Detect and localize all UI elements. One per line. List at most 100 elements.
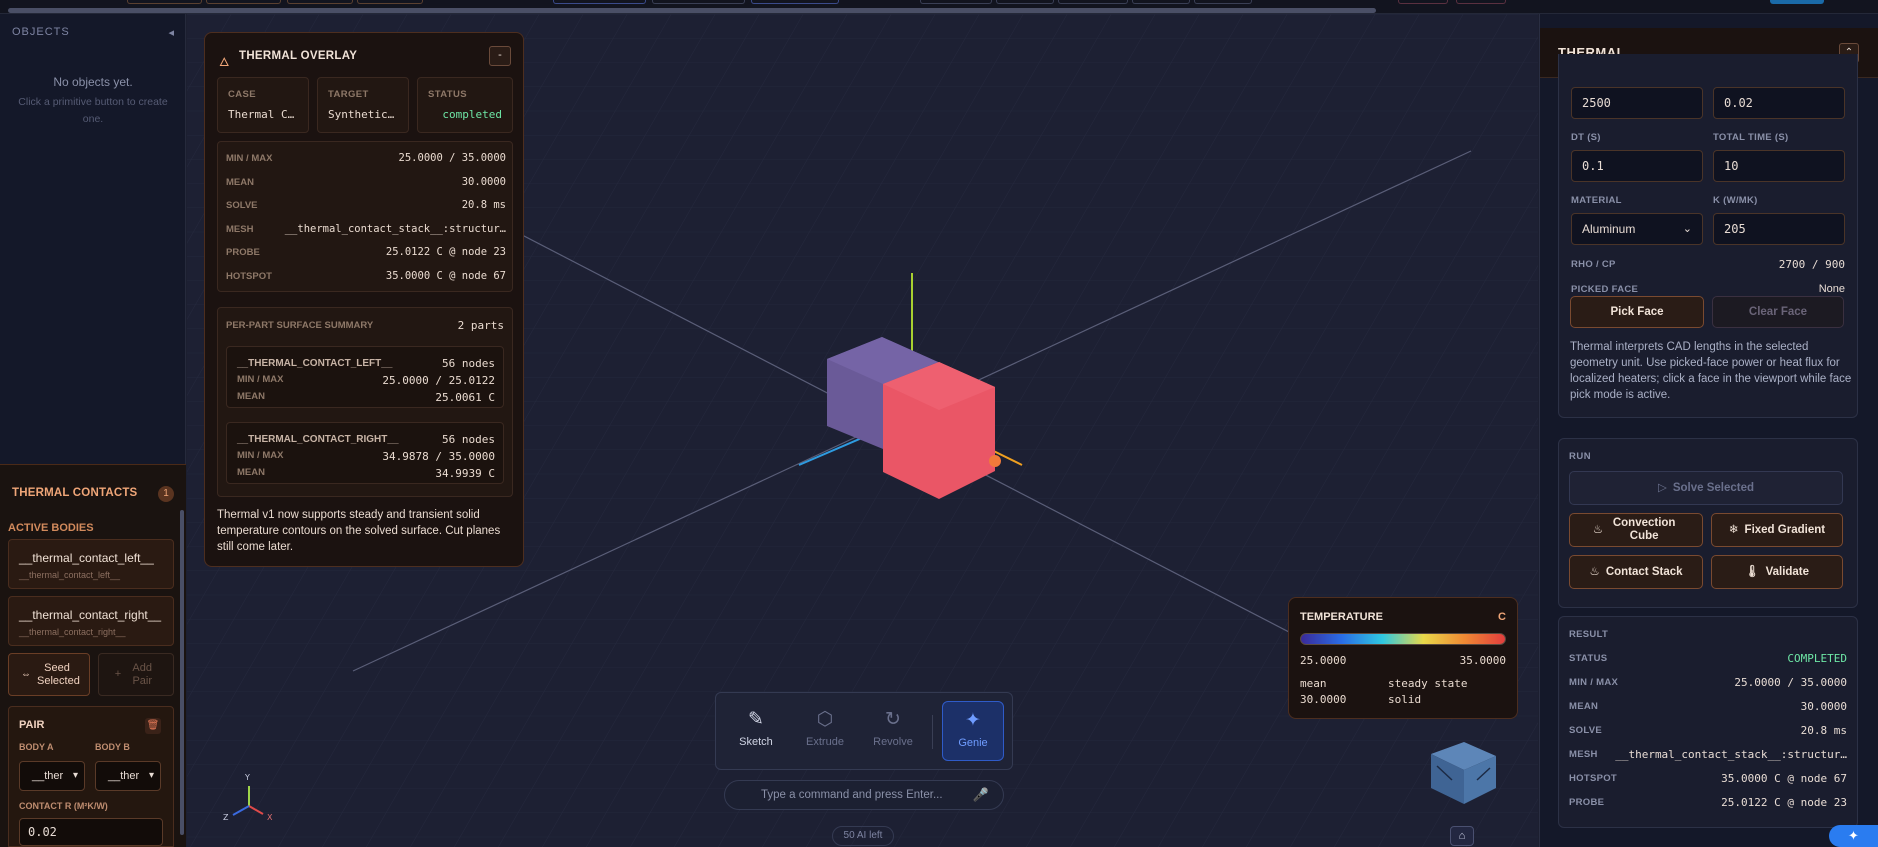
top-tab[interactable] <box>920 0 992 4</box>
modeling-toolbar: ✎ Sketch ⬡ Extrude ↻ Revolve ✦ Genie <box>715 692 1013 770</box>
top-tab[interactable] <box>1194 0 1252 4</box>
right-body-cube[interactable] <box>883 362 995 499</box>
revolve-button[interactable]: ↻ Revolve <box>863 701 923 761</box>
part-mean-label: MEAN <box>237 467 265 478</box>
body-b-label: BODY B <box>95 742 130 752</box>
seed-selected-button[interactable]: ⇔ Seed Selected <box>8 653 90 696</box>
run-title: RUN <box>1569 451 1592 462</box>
home-view-button[interactable]: ⌂ <box>1450 826 1474 846</box>
param-input-2[interactable]: 0.02 <box>1713 87 1845 119</box>
stat-label: SOLVE <box>226 200 258 211</box>
body-card-left[interactable]: __thermal_contact_left__ __thermal_conta… <box>8 539 174 589</box>
top-tab[interactable] <box>127 0 202 4</box>
stat-label: PROBE <box>226 247 260 258</box>
active-bodies-label: ACTIVE BODIES <box>8 522 94 534</box>
probe-marker[interactable] <box>989 455 1001 467</box>
clear-face-button[interactable]: Clear Face <box>1712 296 1844 328</box>
top-tab[interactable] <box>287 0 353 4</box>
left-panel-scrollbar[interactable] <box>180 510 184 835</box>
flame-icon: ♨ <box>1592 523 1604 536</box>
cube-icon: ⬡ <box>816 709 834 730</box>
genie-button[interactable]: ✦ Genie <box>942 701 1004 761</box>
add-pair-button[interactable]: + Add Pair <box>98 653 174 696</box>
result-card: RESULT STATUS COMPLETED MIN / MAX 25.000… <box>1558 616 1858 828</box>
extrude-button[interactable]: ⬡ Extrude <box>795 701 855 761</box>
rho-cp-label: RHO / CP <box>1571 259 1616 270</box>
top-tab[interactable] <box>652 0 745 4</box>
case-label: CASE <box>228 89 256 100</box>
stat-label: HOTSPOT <box>226 271 272 282</box>
status-card: STATUS completed <box>417 77 513 133</box>
legend-min: 25.0000 <box>1300 654 1347 667</box>
collapse-left-icon[interactable]: ◂ <box>168 26 174 39</box>
result-label: MESH <box>1569 749 1598 760</box>
overlay-note: Thermal v1 now supports steady and trans… <box>217 509 501 553</box>
plus-icon: + <box>114 668 122 680</box>
result-label: STATUS <box>1569 653 1608 664</box>
minimize-button[interactable]: - <box>489 46 511 66</box>
result-title: RESULT <box>1569 629 1609 640</box>
top-tab[interactable] <box>1456 0 1506 4</box>
contact-stack-button[interactable]: ♨ Contact Stack <box>1569 555 1703 589</box>
k-input[interactable]: 205 <box>1713 213 1845 245</box>
stat-row: SOLVE 20.8 ms <box>226 198 506 214</box>
body-sub: __thermal_contact_left__ <box>19 570 121 580</box>
snowflake-icon: ❄ <box>1728 523 1739 536</box>
top-tab[interactable] <box>1132 0 1190 4</box>
sketch-button[interactable]: ✎ Sketch <box>726 701 786 761</box>
convection-cube-button[interactable]: ♨ Convection Cube <box>1569 513 1703 547</box>
stat-row: PROBE 25.0122 C @ node 23 <box>226 245 506 261</box>
top-tab[interactable] <box>357 0 423 4</box>
thermal-help-text: Thermal interprets CAD lengths in the se… <box>1570 341 1852 401</box>
legend-mode: steady state <box>1388 677 1468 690</box>
part-minmax: 25.0000 / 25.0122 <box>382 374 495 387</box>
total-time-input[interactable]: 10 <box>1713 150 1845 182</box>
top-tab[interactable] <box>996 0 1054 4</box>
chevron-down-icon: ▾ <box>72 770 78 781</box>
top-tab[interactable] <box>1770 0 1824 4</box>
objects-empty-text: No objects yet. <box>53 75 133 89</box>
horizontal-scrollbar[interactable] <box>8 8 1376 13</box>
solve-selected-button[interactable]: ▷ Solve Selected <box>1569 471 1843 505</box>
status-label: STATUS <box>428 89 467 100</box>
top-tab[interactable] <box>1398 0 1448 4</box>
part-mean-label: MEAN <box>237 391 265 402</box>
solve-selected-label: Solve Selected <box>1672 481 1755 494</box>
top-tab[interactable] <box>206 0 281 4</box>
result-label: HOTSPOT <box>1569 773 1618 784</box>
revolve-icon: ↻ <box>885 709 901 730</box>
trash-icon[interactable]: 🗑 <box>145 718 161 734</box>
chevron-down-icon: ▾ <box>148 770 154 781</box>
genie-label: Genie <box>958 737 988 749</box>
flame-icon: ♨ <box>1589 565 1600 578</box>
top-tab[interactable] <box>553 0 646 4</box>
command-input[interactable]: Type a command and press Enter... 🎤 <box>724 780 1004 810</box>
fixed-gradient-button[interactable]: ❄ Fixed Gradient <box>1711 513 1843 547</box>
toolbar-divider <box>932 715 933 749</box>
thermal-overlay-panel: 🜂 THERMAL OVERLAY - CASE Thermal C… TARG… <box>204 32 524 567</box>
param-input-1[interactable]: 2500 <box>1571 87 1703 119</box>
part-minmax-label: MIN / MAX <box>237 374 284 385</box>
run-card: RUN ▷ Solve Selected ♨ Convection Cube ❄… <box>1558 438 1858 608</box>
microphone-icon[interactable]: 🎤 <box>973 787 989 803</box>
pick-face-button[interactable]: Pick Face <box>1570 296 1704 328</box>
top-tab[interactable] <box>751 0 839 4</box>
status-value: completed <box>442 108 502 121</box>
dt-input[interactable]: 0.1 <box>1571 150 1703 182</box>
picked-face-label: PICKED FACE <box>1571 284 1639 295</box>
target-label: TARGET <box>328 89 369 100</box>
contact-r-input[interactable]: 0.02 <box>19 818 163 846</box>
validate-button[interactable]: 🌡 Validate <box>1711 555 1843 589</box>
material-select[interactable]: Aluminum ⌄ <box>1571 213 1703 245</box>
assistant-sparkle-icon[interactable]: ✦ <box>1829 825 1878 847</box>
body-a-select[interactable]: __ther ▾ <box>19 761 85 791</box>
body-b-select[interactable]: __ther ▾ <box>95 761 161 791</box>
thermal-panel: THERMAL ⌃ 2500 0.02 DT (S) TOTAL TIME (S… <box>1539 14 1878 847</box>
part-nodes: 56 nodes <box>442 357 495 370</box>
body-card-right[interactable]: __thermal_contact_right__ __thermal_cont… <box>8 596 174 646</box>
body-name: __thermal_contact_left__ <box>19 551 154 565</box>
result-value: 20.8 ms <box>1800 724 1847 737</box>
top-tab[interactable] <box>1058 0 1128 4</box>
axis-label-z: Z <box>223 813 229 822</box>
stat-value: 25.0122 C @ node 23 <box>385 246 506 258</box>
